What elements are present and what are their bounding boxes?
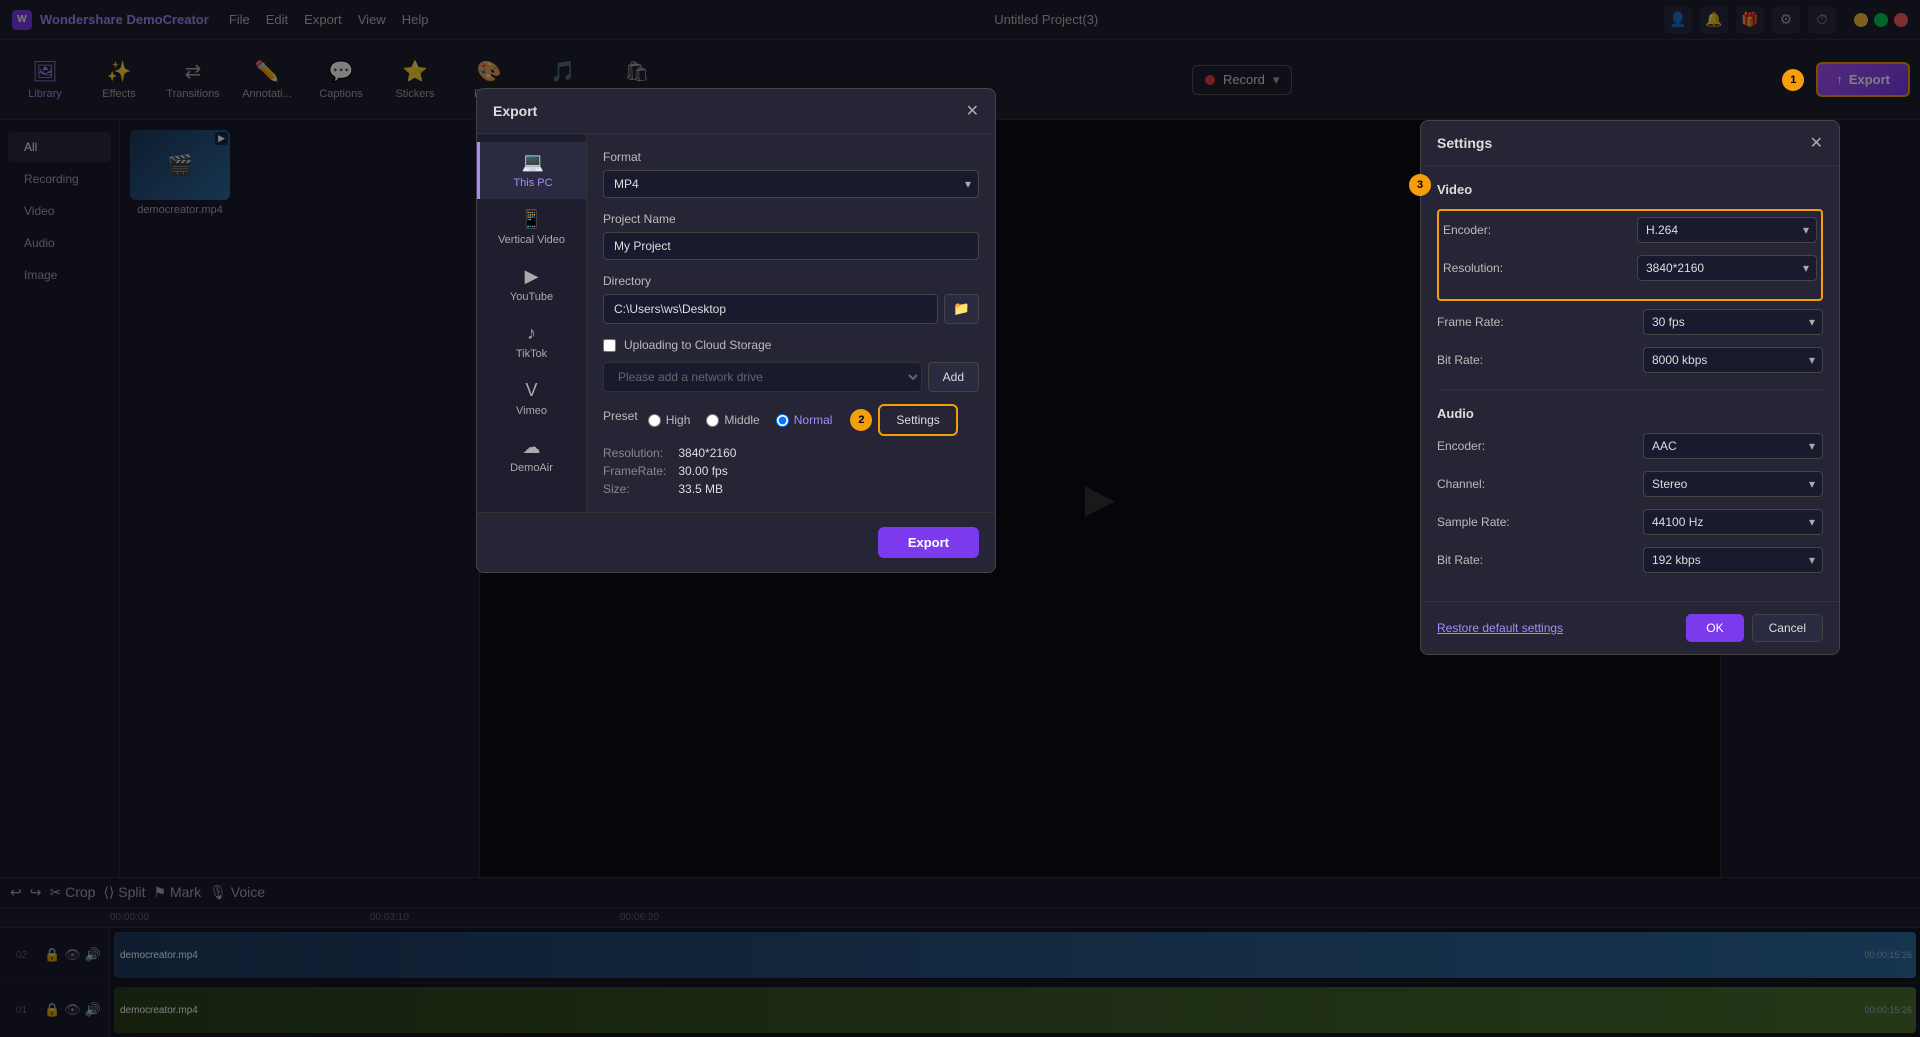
cloud-checkbox[interactable] (603, 339, 616, 352)
preset-normal[interactable]: Normal (776, 413, 833, 427)
settings-ok-button[interactable]: OK (1686, 614, 1743, 642)
preset-high[interactable]: High (648, 413, 691, 427)
network-row: Please add a network drive Add (603, 362, 979, 392)
encoder-row: Encoder: H.264 H.265 VP9 (1443, 217, 1817, 243)
modal-overlay: Export ✕ 💻 This PC 📱 Vertical Video ▶ Yo… (0, 0, 1920, 1037)
export-nav: 💻 This PC 📱 Vertical Video ▶ YouTube ♪ T… (477, 134, 587, 512)
settings-button[interactable]: Settings (878, 404, 957, 436)
youtube-icon: ▶ (525, 266, 539, 287)
format-group: Format MP4 AVI MOV (603, 150, 979, 198)
audio-bit-rate-row: Bit Rate: 192 kbps 128 kbps 320 kbps (1437, 547, 1823, 573)
size-val: 33.5 MB (678, 482, 979, 496)
directory-group: Directory 📁 (603, 274, 979, 324)
format-label: Format (603, 150, 979, 164)
settings-modal-title: Settings (1437, 135, 1492, 151)
preset-normal-radio[interactable] (776, 414, 789, 427)
preset-options: High Middle Normal (648, 413, 833, 427)
framerate-val: 30.00 fps (678, 464, 979, 478)
add-network-button[interactable]: Add (928, 362, 979, 392)
sample-rate-label: Sample Rate: (1437, 515, 1510, 529)
export-modal-header: Export ✕ (477, 89, 995, 134)
bit-rate-row: Bit Rate: 8000 kbps 4000 kbps 16000 kbps (1437, 347, 1823, 373)
export-modal-close[interactable]: ✕ (966, 101, 979, 121)
channel-select[interactable]: Stereo Mono (1643, 471, 1823, 497)
export-info-grid: Resolution: 3840*2160 FrameRate: 30.00 f… (603, 446, 979, 496)
settings-action-buttons: OK Cancel (1686, 614, 1823, 642)
export-action-button[interactable]: Export (878, 527, 979, 558)
project-name-input[interactable] (603, 232, 979, 260)
settings-footer: Restore default settings OK Cancel (1421, 601, 1839, 654)
frame-rate-row: Frame Rate: 30 fps 24 fps 60 fps (1437, 309, 1823, 335)
step1-wrapper: 1 (1782, 69, 1804, 91)
export-nav-vimeo[interactable]: V Vimeo (477, 370, 586, 427)
size-key: Size: (603, 482, 666, 496)
settings-modal-header: Settings ✕ (1421, 121, 1839, 166)
sample-rate-select[interactable]: 44100 Hz 22050 Hz 48000 Hz (1643, 509, 1823, 535)
export-modal: Export ✕ 💻 This PC 📱 Vertical Video ▶ Yo… (476, 88, 996, 573)
export-nav-this-pc[interactable]: 💻 This PC (477, 142, 586, 199)
export-nav-youtube[interactable]: ▶ YouTube (477, 256, 586, 313)
video-section-title: Video (1437, 182, 1823, 197)
bit-rate-label: Bit Rate: (1437, 353, 1483, 367)
tiktok-icon: ♪ (527, 323, 536, 344)
audio-bit-rate-select[interactable]: 192 kbps 128 kbps 320 kbps (1643, 547, 1823, 573)
encoder-resolution-highlighted: Encoder: H.264 H.265 VP9 Resolution: 384… (1437, 209, 1823, 301)
channel-row: Channel: Stereo Mono (1437, 471, 1823, 497)
step2-area: 2 Settings (850, 404, 957, 436)
audio-bit-rate-label: Bit Rate: (1437, 553, 1483, 567)
cloud-label[interactable]: Uploading to Cloud Storage (624, 338, 771, 352)
step2-circle: 2 (850, 409, 872, 431)
resolution-row: Resolution: 3840*2160 1920*1080 1280*720 (1443, 255, 1817, 281)
framerate-key: FrameRate: (603, 464, 666, 478)
preset-section: Preset High Middle (603, 404, 979, 496)
frame-rate-label: Frame Rate: (1437, 315, 1504, 329)
network-select[interactable]: Please add a network drive (603, 362, 922, 392)
format-select[interactable]: MP4 AVI MOV (603, 170, 979, 198)
project-name-group: Project Name (603, 212, 979, 260)
preset-high-radio[interactable] (648, 414, 661, 427)
preset-middle[interactable]: Middle (706, 413, 759, 427)
resolution-key: Resolution: (603, 446, 666, 460)
resolution-val: 3840*2160 (678, 446, 979, 460)
export-nav-demoair[interactable]: ☁ DemoAir (477, 427, 586, 484)
step3-circle: 3 (1409, 174, 1431, 196)
directory-label: Directory (603, 274, 979, 288)
demoair-icon: ☁ (523, 437, 541, 458)
preset-middle-radio[interactable] (706, 414, 719, 427)
channel-label: Channel: (1437, 477, 1485, 491)
audio-encoder-row: Encoder: AAC MP3 (1437, 433, 1823, 459)
encoder-select[interactable]: H.264 H.265 VP9 (1637, 217, 1817, 243)
resolution-select[interactable]: 3840*2160 1920*1080 1280*720 (1637, 255, 1817, 281)
export-modal-body: 💻 This PC 📱 Vertical Video ▶ YouTube ♪ T… (477, 134, 995, 512)
bit-rate-select[interactable]: 8000 kbps 4000 kbps 16000 kbps (1643, 347, 1823, 373)
frame-rate-select[interactable]: 30 fps 24 fps 60 fps (1643, 309, 1823, 335)
settings-cancel-button[interactable]: Cancel (1752, 614, 1823, 642)
settings-modal: Settings ✕ 3 Video Encoder: H.264 H.265 (1420, 120, 1840, 655)
resolution-label: Resolution: (1443, 261, 1503, 275)
audio-settings-section: Audio Encoder: AAC MP3 Channel: Stere (1437, 389, 1823, 573)
export-nav-vertical[interactable]: 📱 Vertical Video (477, 199, 586, 256)
restore-defaults-button[interactable]: Restore default settings (1437, 621, 1563, 635)
settings-body: 3 Video Encoder: H.264 H.265 VP9 (1421, 166, 1839, 601)
sample-rate-row: Sample Rate: 44100 Hz 22050 Hz 48000 Hz (1437, 509, 1823, 535)
audio-encoder-label: Encoder: (1437, 439, 1485, 453)
vertical-icon: 📱 (520, 209, 542, 230)
cloud-storage-row: Uploading to Cloud Storage (603, 338, 979, 352)
this-pc-icon: 💻 (522, 152, 544, 173)
export-modal-title: Export (493, 103, 537, 119)
project-name-label: Project Name (603, 212, 979, 226)
settings-modal-close[interactable]: ✕ (1810, 133, 1823, 153)
directory-row: 📁 (603, 294, 979, 324)
audio-encoder-select[interactable]: AAC MP3 (1643, 433, 1823, 459)
preset-label: Preset (603, 409, 638, 423)
audio-section-title: Audio (1437, 406, 1823, 421)
export-nav-tiktok[interactable]: ♪ TikTok (477, 313, 586, 370)
encoder-label: Encoder: (1443, 223, 1491, 237)
step1-circle: 1 (1782, 69, 1804, 91)
directory-browse-button[interactable]: 📁 (944, 294, 979, 324)
export-main-content: Format MP4 AVI MOV Project Name (587, 134, 995, 512)
export-footer: Export (477, 512, 995, 572)
directory-input[interactable] (603, 294, 938, 324)
vimeo-icon: V (525, 380, 537, 401)
